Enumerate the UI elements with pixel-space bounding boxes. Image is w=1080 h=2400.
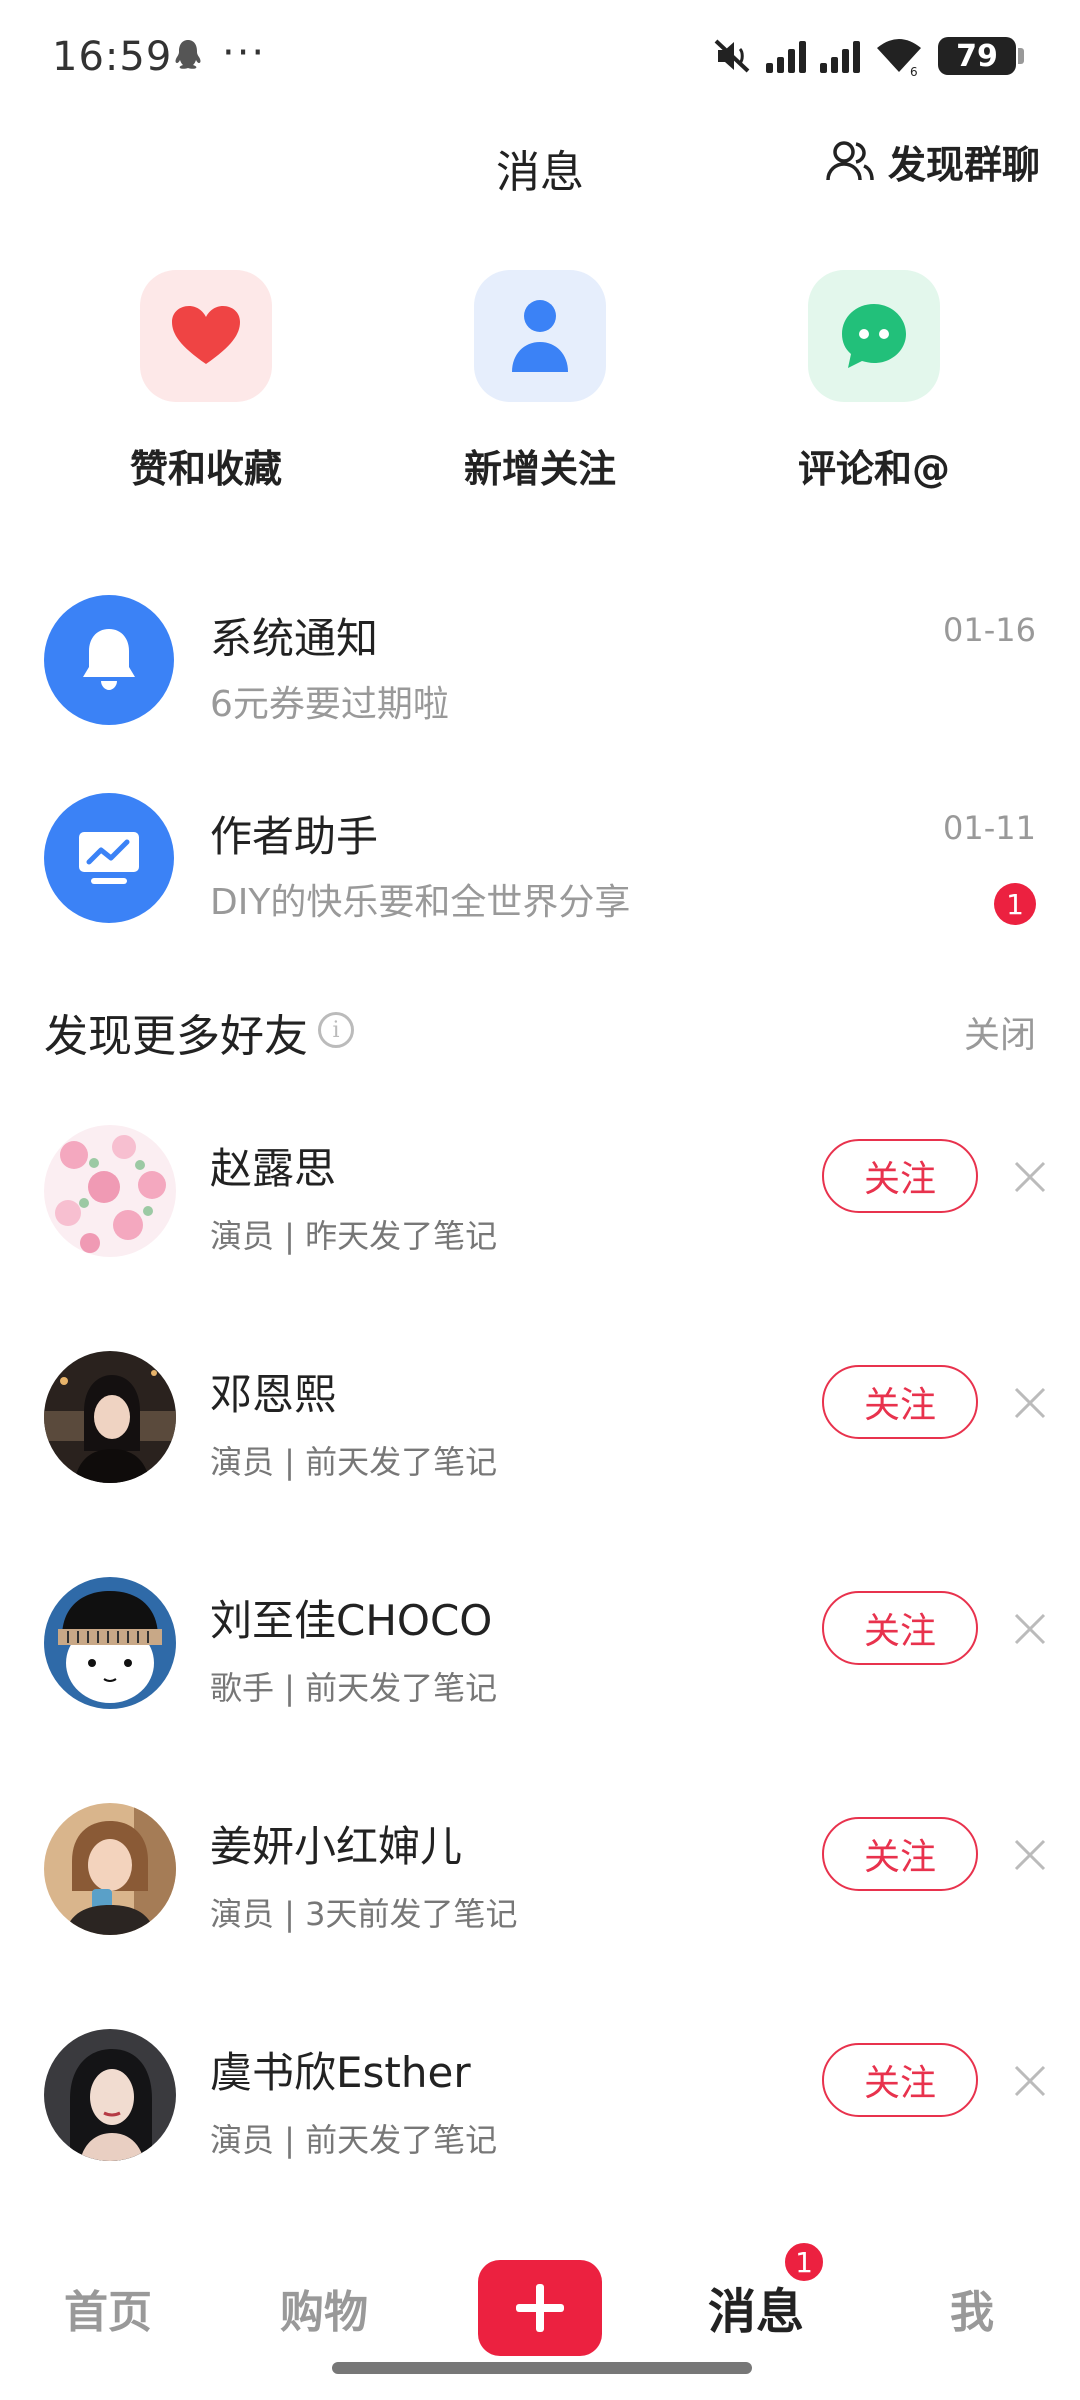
friend-name: 赵露思	[210, 1144, 337, 1193]
new-followers-button[interactable]: 新增关注	[420, 270, 660, 493]
person-icon	[474, 270, 606, 402]
close-icon[interactable]	[1010, 1609, 1050, 1649]
discover-group-label: 发现群聊	[887, 143, 1040, 187]
friend-description: 演员 | 昨天发了笔记	[210, 1217, 498, 1255]
unread-badge: 1	[994, 883, 1036, 925]
friend-description: 演员 | 前天发了笔记	[210, 2121, 498, 2159]
message-title: 作者助手	[210, 812, 379, 861]
qq-icon	[175, 40, 201, 69]
avatar[interactable]	[44, 1125, 176, 1257]
friend-description: 演员 | 前天发了笔记	[210, 1443, 498, 1481]
heart-icon	[140, 270, 272, 402]
friend-row[interactable]: 虞书欣Esther 演员 | 前天发了笔记 关注	[0, 2029, 1080, 2261]
home-indicator[interactable]	[332, 2362, 752, 2374]
info-icon[interactable]: i	[318, 1012, 354, 1048]
friend-row[interactable]: 刘至佳CHOCO 歌手 | 前天发了笔记 关注	[0, 1577, 1080, 1809]
close-discover-button[interactable]: 关闭	[964, 1006, 1036, 1058]
friend-row[interactable]: 赵露思 演员 | 昨天发了笔记 关注	[0, 1125, 1080, 1357]
nav-shop[interactable]: 购物	[216, 2276, 432, 2340]
message-title: 系统通知	[210, 614, 379, 663]
more-indicator: ···	[222, 30, 267, 76]
avatar[interactable]	[44, 1577, 176, 1709]
friend-row[interactable]: 姜妍小红婶儿 演员 | 3天前发了笔记 关注	[0, 1803, 1080, 2035]
mute-icon	[714, 39, 750, 73]
status-time: 16:59	[52, 34, 173, 80]
chart-monitor-icon	[44, 793, 174, 923]
add-post-button[interactable]	[478, 2260, 602, 2356]
friend-name: 邓恩熙	[210, 1370, 337, 1419]
follow-button[interactable]: 关注	[822, 1365, 978, 1439]
follow-button[interactable]: 关注	[822, 1817, 978, 1891]
avatar[interactable]	[44, 2029, 176, 2161]
friend-description: 歌手 | 前天发了笔记	[210, 1669, 498, 1707]
signal-icon	[820, 39, 860, 73]
nav-me[interactable]: 我	[864, 2276, 1080, 2340]
new-followers-label: 新增关注	[463, 447, 616, 491]
wifi-icon: 6	[877, 39, 921, 76]
message-system-notification[interactable]: 系统通知 6元券要过期啦 01-16	[0, 575, 1080, 755]
friend-description: 演员 | 3天前发了笔记	[210, 1895, 518, 1933]
section-title: 发现更多好友	[44, 1011, 308, 1062]
status-icons: 6 79	[712, 36, 1024, 76]
bottom-nav: 首页 购物 消息 1 我	[0, 2240, 1080, 2400]
svg-text:6: 6	[910, 65, 918, 76]
close-icon[interactable]	[1010, 1157, 1050, 1197]
messages-badge: 1	[782, 2240, 826, 2284]
people-icon	[826, 140, 874, 180]
follow-button[interactable]: 关注	[822, 1139, 978, 1213]
battery-level: 79	[956, 38, 998, 74]
status-bar: 16:59 ··· 6 79	[0, 0, 1080, 118]
friend-name: 姜妍小红婶儿	[210, 1822, 463, 1871]
chat-icon	[808, 270, 940, 402]
comments-and-mentions-button[interactable]: 评论和@	[754, 270, 994, 493]
message-subtitle: 6元券要过期啦	[210, 684, 449, 725]
close-icon[interactable]	[1010, 1383, 1050, 1423]
header: 消息 发现群聊	[0, 118, 1080, 218]
plus-icon	[516, 2284, 564, 2332]
nav-messages[interactable]: 消息	[648, 2272, 864, 2342]
message-time: 01-16	[943, 611, 1036, 649]
friend-name: 虞书欣Esther	[210, 2048, 471, 2097]
close-icon[interactable]	[1010, 1835, 1050, 1875]
likes-and-saves-button[interactable]: 赞和收藏	[86, 270, 326, 493]
likes-and-saves-label: 赞和收藏	[129, 447, 282, 491]
avatar[interactable]	[44, 1351, 176, 1483]
close-icon[interactable]	[1010, 2061, 1050, 2101]
avatar[interactable]	[44, 1803, 176, 1935]
battery-icon: 79	[938, 37, 1024, 75]
message-time: 01-11	[943, 809, 1036, 847]
message-author-assistant[interactable]: 作者助手 DIY的快乐要和全世界分享 01-11 1	[0, 773, 1080, 953]
discover-group-button[interactable]: 发现群聊	[824, 134, 1040, 189]
message-subtitle: DIY的快乐要和全世界分享	[210, 882, 631, 923]
bell-icon	[44, 595, 174, 725]
nav-home[interactable]: 首页	[0, 2276, 216, 2340]
friend-name: 刘至佳CHOCO	[210, 1596, 493, 1645]
discover-friends-header: 发现更多好友 i 关闭	[0, 990, 1080, 1070]
quick-actions: 赞和收藏 新增关注 评论和@	[0, 270, 1080, 510]
follow-button[interactable]: 关注	[822, 2043, 978, 2117]
signal-icon	[766, 39, 806, 73]
follow-button[interactable]: 关注	[822, 1591, 978, 1665]
comments-and-mentions-label: 评论和@	[797, 447, 950, 491]
friend-row[interactable]: 邓恩熙 演员 | 前天发了笔记 关注	[0, 1351, 1080, 1583]
